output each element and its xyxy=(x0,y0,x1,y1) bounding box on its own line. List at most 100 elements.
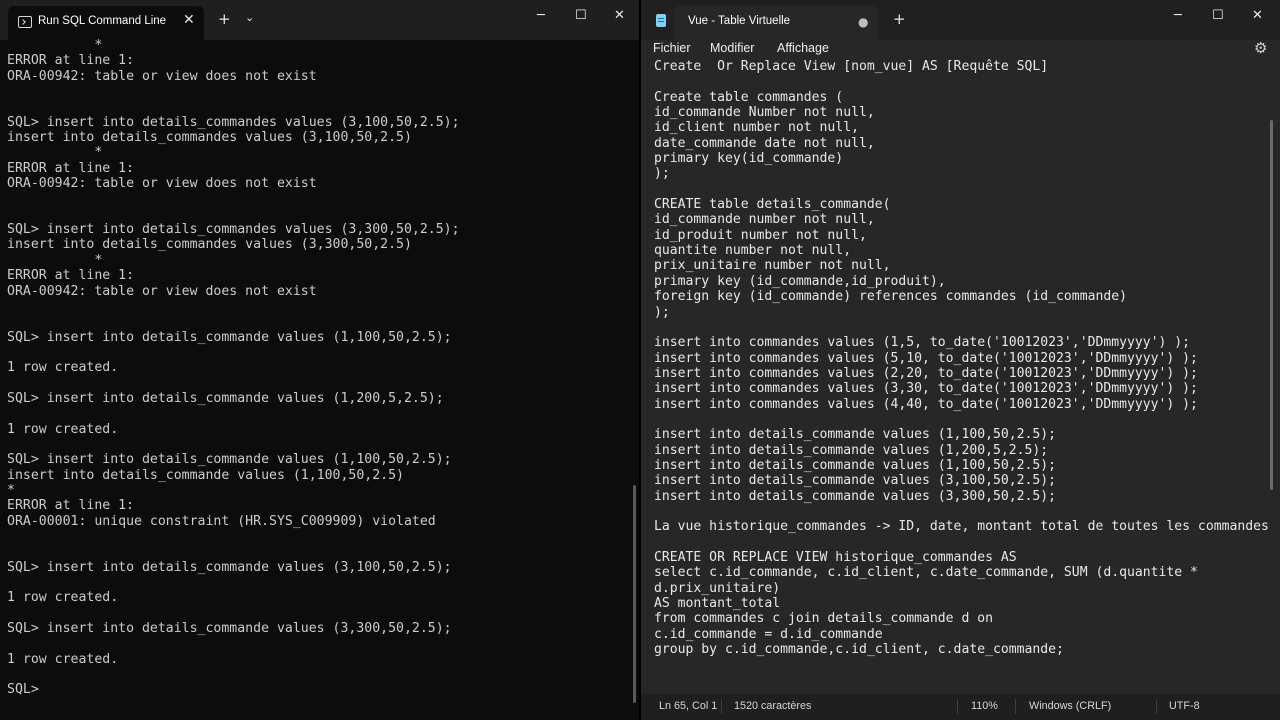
maximize-button[interactable]: ☐ xyxy=(575,8,587,23)
editor-line: La vue historique_commandes -> ID, date,… xyxy=(654,519,1269,535)
chevron-down-icon[interactable]: ⌄ xyxy=(245,11,254,24)
notepad-tab-title: Vue - Table Virtuelle xyxy=(688,15,791,27)
editor-line: quantite number not null, xyxy=(654,243,852,259)
editor-line: c.id_commande = d.id_commande xyxy=(654,626,883,642)
editor-line: group by c.id_commande,c.id_client, c.da… xyxy=(654,642,1064,658)
editor-line: insert into details_commande values (1,1… xyxy=(654,427,1057,443)
notepad-window[interactable]: Vue - Table Virtuelle ● + ─ ☐ ✕ Fichier … xyxy=(641,0,1280,720)
editor-scrollbar[interactable] xyxy=(1270,120,1273,490)
editor-line: primary key (id_commande,id_produit), xyxy=(654,273,946,289)
editor-line: ); xyxy=(654,166,670,182)
notepad-title-bar: Vue - Table Virtuelle ● + ─ ☐ ✕ xyxy=(641,0,1280,40)
terminal-tab-title: Run SQL Command Line xyxy=(38,15,167,27)
status-divider xyxy=(957,699,958,714)
encoding[interactable]: UTF-8 xyxy=(1169,700,1200,712)
terminal-line: ERROR at line 1: xyxy=(7,268,135,284)
unsaved-indicator[interactable]: ● xyxy=(858,15,868,29)
terminal-line: SQL> insert into details_commande values… xyxy=(7,329,452,345)
line-ending[interactable]: Windows (CRLF) xyxy=(1029,700,1111,712)
terminal-line: SQL> insert into details_commande values… xyxy=(7,621,452,637)
editor-line: ); xyxy=(654,304,670,320)
terminal-scrollbar[interactable] xyxy=(633,485,636,703)
terminal-icon xyxy=(18,16,32,28)
terminal-line: ERROR at line 1: xyxy=(7,498,135,514)
zoom-level[interactable]: 110% xyxy=(971,700,998,712)
terminal-line: ORA-00942: table or view does not exist xyxy=(7,176,317,192)
editor-line: CREATE table details_commande( xyxy=(654,197,891,213)
menu-view[interactable]: Affichage xyxy=(777,41,829,55)
editor-line: CREATE OR REPLACE VIEW historique_comman… xyxy=(654,550,1017,565)
editor-line: primary key(id_commande) xyxy=(654,151,844,167)
status-divider xyxy=(721,699,722,714)
terminal-line: * xyxy=(7,145,103,161)
notepad-icon xyxy=(656,14,666,27)
close-button[interactable]: ✕ xyxy=(1252,8,1263,23)
terminal-line: SQL> insert into details_commandes value… xyxy=(7,222,460,238)
terminal-line: * xyxy=(7,482,15,498)
menu-bar: Fichier Modifier Affichage ⚙ xyxy=(641,39,1280,60)
editor-line: id_commande number not null, xyxy=(654,212,875,228)
maximize-button[interactable]: ☐ xyxy=(1212,8,1224,23)
terminal-line: ORA-00942: table or view does not exist xyxy=(7,283,317,299)
terminal-line: ERROR at line 1: xyxy=(7,53,135,69)
editor-line: foreign key (id_commande) references com… xyxy=(654,289,1127,305)
editor-line: AS montant_total xyxy=(654,596,781,612)
terminal-line: insert into details_commandes values (3,… xyxy=(7,130,412,146)
gear-icon[interactable]: ⚙ xyxy=(1254,39,1267,57)
menu-edit[interactable]: Modifier xyxy=(710,41,754,55)
terminal-line: insert into details_commandes values (3,… xyxy=(7,237,412,253)
plus-icon[interactable]: + xyxy=(893,10,906,28)
close-button[interactable]: ✕ xyxy=(614,8,625,23)
terminal-line: ORA-00001: unique constraint (HR.SYS_C00… xyxy=(7,513,436,529)
editor-line: insert into commandes values (3,30, to_d… xyxy=(654,381,1198,397)
editor-line: insert into commandes values (2,20, to_d… xyxy=(654,365,1198,381)
editor-line: insert into commandes values (4,40, to_d… xyxy=(654,396,1198,412)
editor-line: prix_unitaire number not null, xyxy=(654,258,891,274)
terminal-line: SQL> insert into details_commande values… xyxy=(7,390,444,406)
notepad-tab[interactable]: Vue - Table Virtuelle ● xyxy=(674,6,878,40)
close-icon[interactable]: ✕ xyxy=(183,12,195,28)
editor-line: Create Or Replace View [nom_vue] AS [Req… xyxy=(654,59,1049,74)
editor-line: from commandes c join details_commande d… xyxy=(654,611,993,627)
cursor-position: Ln 65, Col 1 xyxy=(659,700,718,712)
minimize-button[interactable]: ─ xyxy=(537,8,545,23)
terminal-line: ERROR at line 1: xyxy=(7,160,135,176)
menu-file[interactable]: Fichier xyxy=(653,41,691,55)
minimize-button[interactable]: ─ xyxy=(1174,8,1182,23)
character-count: 1520 caractères xyxy=(734,700,812,712)
editor-line: insert into details_commande values (3,3… xyxy=(654,488,1057,504)
editor-line: Create table commandes ( xyxy=(654,89,844,105)
terminal-window[interactable]: Run SQL Command Line ✕ + ⌄ ─ ☐ ✕ * ERROR … xyxy=(0,0,639,720)
plus-icon[interactable]: + xyxy=(218,10,231,28)
terminal-output[interactable]: * ERROR at line 1: ORA-00942: table or vie… xyxy=(7,38,627,698)
terminal-line: ORA-00942: table or view does not exist xyxy=(7,68,317,84)
terminal-line: 1 row created. xyxy=(7,590,119,606)
status-divider xyxy=(1156,699,1157,714)
editor-line: id_client number not null, xyxy=(654,120,859,136)
editor-line: select c.id_commande, c.id_client, c.dat… xyxy=(654,565,1198,581)
terminal-tab[interactable]: Run SQL Command Line ✕ xyxy=(8,6,204,40)
terminal-line: 1 row created. xyxy=(7,421,119,437)
editor-line: insert into details_commande values (3,1… xyxy=(654,473,1057,489)
editor-text-area[interactable]: Create Or Replace View [nom_vue] AS [Req… xyxy=(654,59,1269,658)
editor-line: insert into commandes values (5,10, to_d… xyxy=(654,350,1198,366)
